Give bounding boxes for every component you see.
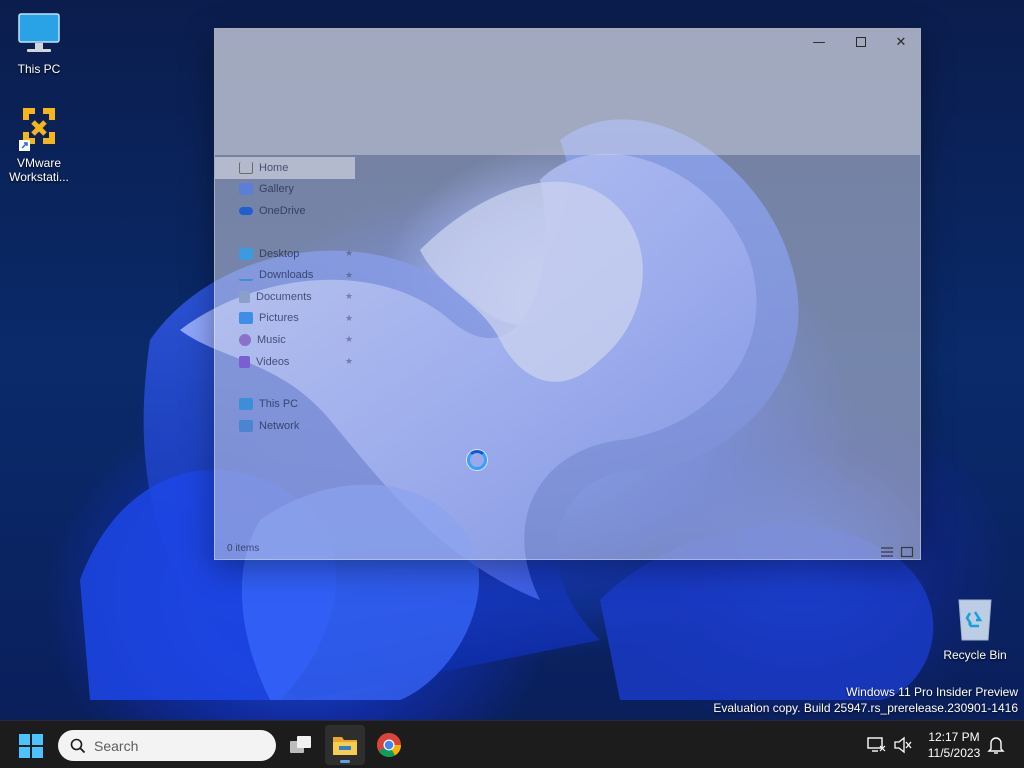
nav-item-network[interactable]: Network	[215, 415, 355, 437]
close-icon: ✕	[895, 34, 907, 50]
chrome-taskbar-button[interactable]	[369, 725, 409, 765]
status-bar: 0 items	[215, 537, 920, 559]
watermark-build: Evaluation copy. Build 25947.rs_prerelea…	[713, 701, 1018, 715]
nav-item-label: Documents	[256, 290, 312, 303]
nav-item-videos[interactable]: Videos ★	[215, 351, 355, 373]
pictures-icon	[239, 312, 253, 325]
download-icon	[239, 269, 253, 282]
nav-item-this-pc[interactable]: This PC	[215, 393, 355, 415]
clock-time: 12:17 PM	[928, 730, 980, 744]
desktop-folder-icon	[239, 247, 253, 260]
minimize-button[interactable]: —	[798, 29, 840, 55]
nav-item-downloads[interactable]: Downloads ★	[215, 264, 355, 286]
clock-date: 11/5/2023	[927, 746, 981, 760]
maximize-button[interactable]	[840, 29, 882, 55]
cloud-icon	[239, 206, 253, 215]
document-icon	[239, 290, 250, 303]
nav-item-label: Home	[259, 161, 289, 174]
taskbar-search-box[interactable]: Search	[58, 730, 276, 761]
nav-item-label: Downloads	[259, 269, 314, 282]
network-status-button[interactable]	[866, 736, 886, 754]
start-button[interactable]	[18, 733, 44, 759]
nav-item-label: Network	[259, 419, 300, 432]
nav-item-label: Desktop	[259, 247, 300, 260]
active-app-indicator	[340, 760, 350, 763]
item-count: 0 items	[227, 542, 260, 554]
home-icon	[239, 161, 253, 174]
taskbar-clock[interactable]: 12:17 PM 11/5/2023	[920, 729, 988, 761]
nav-item-documents[interactable]: Documents ★	[215, 286, 355, 308]
nav-item-desktop[interactable]: Desktop ★	[215, 243, 355, 265]
volume-muted-icon	[894, 736, 912, 754]
search-icon	[70, 738, 86, 753]
file-explorer-icon	[333, 737, 357, 755]
maximize-icon	[856, 37, 866, 47]
navigation-pane: Home Gallery OneDrive Desktop ★ Download…	[215, 157, 355, 437]
task-view-button[interactable]	[281, 725, 321, 765]
minimize-icon: —	[812, 34, 826, 50]
desktop-icon-label: This PC	[17, 62, 61, 76]
network-disconnected-icon	[867, 737, 886, 752]
desktop-icon-label: Recycle Bin	[943, 648, 1007, 662]
pin-icon: ★	[345, 248, 354, 259]
windows-logo-icon	[19, 734, 43, 758]
tiles-view-button[interactable]	[900, 543, 914, 558]
desktop-icon-label: VMware Workstati...	[9, 156, 69, 184]
notifications-button[interactable]	[987, 735, 1005, 755]
list-view-icon	[881, 547, 893, 557]
nav-item-home[interactable]: Home	[215, 157, 355, 179]
file-explorer-window[interactable]: — ✕ Home Gallery OneDrive Desktop ★ Down…	[214, 28, 921, 560]
monitor-icon	[239, 398, 253, 411]
task-view-icon	[290, 736, 311, 753]
nav-item-label: Videos	[256, 355, 290, 368]
watermark-edition: Windows 11 Pro Insider Preview	[846, 685, 1018, 699]
details-view-button[interactable]	[880, 543, 894, 557]
desktop-icon-this-pc[interactable]: This PC	[1, 10, 77, 76]
evaluation-watermark: Windows 11 Pro Insider Preview Evaluatio…	[713, 684, 1018, 716]
vmware-icon	[15, 104, 63, 152]
nav-item-gallery[interactable]: Gallery	[215, 179, 355, 201]
nav-item-label: Music	[257, 333, 286, 346]
videos-icon	[239, 355, 250, 368]
pin-icon: ★	[345, 334, 354, 345]
close-button[interactable]: ✕	[880, 29, 922, 55]
nav-item-label: Pictures	[259, 312, 299, 325]
desktop-icon-recycle-bin[interactable]: Recycle Bin	[937, 596, 1013, 662]
file-explorer-taskbar-button[interactable]	[325, 725, 365, 765]
recycle-bin-icon	[951, 596, 999, 644]
nav-item-label: OneDrive	[259, 204, 306, 217]
tiles-view-icon	[900, 546, 914, 558]
bell-icon	[987, 737, 1005, 754]
nav-item-label: Gallery	[259, 183, 294, 196]
pin-icon: ★	[345, 269, 354, 280]
pin-icon: ★	[345, 291, 354, 302]
desktop-icon-vmware[interactable]: VMware Workstati...	[1, 104, 77, 184]
pin-icon: ★	[345, 312, 354, 323]
search-placeholder: Search	[94, 737, 139, 754]
nav-item-onedrive[interactable]: OneDrive	[215, 200, 355, 222]
music-icon	[239, 333, 251, 346]
gallery-icon	[239, 183, 253, 196]
nav-item-music[interactable]: Music ★	[215, 329, 355, 351]
pin-icon: ★	[345, 356, 354, 367]
chrome-icon	[377, 733, 401, 758]
busy-cursor-icon	[467, 450, 487, 470]
taskbar: Search 12:17 PM 11/5/2023	[0, 720, 1024, 768]
nav-item-pictures[interactable]: Pictures ★	[215, 308, 355, 330]
volume-button[interactable]	[893, 736, 913, 754]
nav-item-label: This PC	[259, 398, 299, 411]
network-icon	[239, 419, 253, 432]
monitor-icon	[15, 10, 63, 58]
